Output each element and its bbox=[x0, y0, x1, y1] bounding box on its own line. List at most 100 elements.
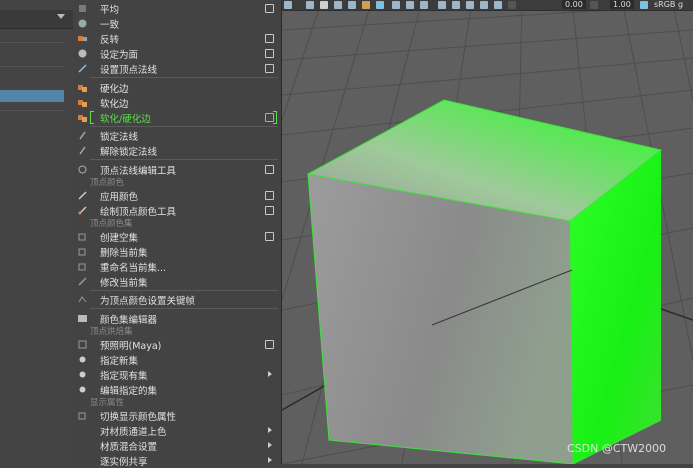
option-box-icon[interactable] bbox=[265, 206, 274, 215]
exposure-icon[interactable] bbox=[494, 1, 502, 9]
option-box-icon[interactable] bbox=[265, 340, 274, 349]
menu-item-set-vertex-normal[interactable]: 设置顶点法线 bbox=[73, 61, 281, 76]
gamma-toggle-icon[interactable] bbox=[590, 1, 598, 9]
average-normals-icon bbox=[77, 3, 88, 14]
grid-toggle-icon[interactable] bbox=[284, 1, 292, 9]
outliner-divider bbox=[0, 42, 64, 43]
menu-item-modify-current-set[interactable]: 修改当前集 bbox=[73, 274, 281, 289]
gate-icon[interactable] bbox=[466, 1, 474, 9]
submenu-arrow-icon bbox=[268, 442, 272, 448]
apply-color-icon bbox=[77, 190, 88, 201]
xray-icon[interactable] bbox=[392, 1, 400, 9]
option-box-icon[interactable] bbox=[265, 232, 274, 241]
menu-item-vertex-normal-edit-tool[interactable]: 顶点法线编辑工具 bbox=[73, 162, 281, 177]
menu-item-average[interactable]: 平均 bbox=[73, 1, 281, 16]
soften-edge-icon bbox=[77, 97, 88, 108]
option-box-icon[interactable] bbox=[265, 34, 274, 43]
3d-viewport[interactable]: 0.00 1.00 sRGB g bbox=[282, 0, 693, 464]
highlight-bracket-right bbox=[273, 111, 277, 124]
menu-separator bbox=[90, 77, 278, 78]
delete-set-icon bbox=[77, 246, 88, 257]
menu-item-create-empty-set[interactable]: 创建空集 bbox=[73, 229, 281, 244]
gamma-field[interactable]: 1.00 bbox=[610, 0, 634, 9]
section-header-vertex-bake-set: 顶点烘焙集 bbox=[90, 327, 133, 337]
harden-edge-icon bbox=[77, 82, 88, 93]
outliner-divider bbox=[0, 66, 64, 67]
menu-separator bbox=[90, 126, 278, 127]
menu-item-assign-new-set[interactable]: 指定新集 bbox=[73, 352, 281, 367]
viewport-toolbar: 0.00 1.00 sRGB g bbox=[282, 0, 693, 11]
modify-set-icon bbox=[77, 276, 88, 287]
section-header-vertex-color: 顶点颜色 bbox=[90, 178, 125, 188]
cube-front-face[interactable] bbox=[308, 174, 573, 464]
assign-new-icon bbox=[77, 354, 88, 365]
shadow-icon[interactable] bbox=[376, 1, 384, 9]
colorspace-label[interactable]: sRGB g bbox=[654, 0, 683, 9]
assign-existing-icon bbox=[77, 369, 88, 380]
menu-separator bbox=[90, 159, 278, 160]
submenu-arrow-icon bbox=[268, 427, 272, 433]
hud-icon[interactable] bbox=[480, 1, 488, 9]
menu-item-delete-current-set[interactable]: 删除当前集 bbox=[73, 244, 281, 259]
menu-item-set-to-face[interactable]: 设定为面 bbox=[73, 46, 281, 61]
editor-icon bbox=[77, 313, 88, 324]
option-box-icon[interactable] bbox=[265, 64, 274, 73]
exposure-toggle-icon[interactable] bbox=[508, 1, 516, 9]
menu-item-soften-harden-edge[interactable]: 软化/硬化边 bbox=[73, 110, 281, 125]
watermark: CSDN @CTW2000 bbox=[567, 442, 667, 455]
menu-item-lock-normals[interactable]: 锁定法线 bbox=[73, 128, 281, 143]
paint-brush-icon bbox=[77, 205, 88, 216]
toggle-display-icon bbox=[77, 410, 88, 421]
isolate-icon[interactable] bbox=[406, 1, 414, 9]
menu-item-color-set-editor[interactable]: 颜色集编辑器 bbox=[73, 311, 281, 326]
aa-icon[interactable] bbox=[420, 1, 428, 9]
menu-item-prelight[interactable]: 预照明(Maya) bbox=[73, 337, 281, 352]
section-header-vertex-color-set: 顶点颜色集 bbox=[90, 219, 133, 229]
menu-separator bbox=[90, 308, 278, 309]
option-box-icon[interactable] bbox=[265, 165, 274, 174]
normals-menu: 平均 一致 反转 设定为面 设置顶点法线 硬化边 软化边 软化/硬化边 锁定法线… bbox=[73, 0, 282, 468]
submenu-arrow-icon bbox=[268, 371, 272, 377]
menu-item-rename-current-set[interactable]: 重命名当前集... bbox=[73, 259, 281, 274]
camera-icon[interactable] bbox=[306, 1, 314, 9]
chevron-down-icon bbox=[57, 14, 65, 19]
menu-item-apply-color[interactable]: 应用颜色 bbox=[73, 188, 281, 203]
conform-icon bbox=[77, 18, 88, 29]
menu-item-conform[interactable]: 一致 bbox=[73, 16, 281, 31]
wireframe-icon[interactable] bbox=[320, 1, 328, 9]
menu-item-assign-existing-set[interactable]: 指定现有集 bbox=[73, 367, 281, 382]
edit-set-icon bbox=[77, 384, 88, 395]
exposure-field[interactable]: 0.00 bbox=[562, 0, 586, 9]
menu-item-harden-edge[interactable]: 硬化边 bbox=[73, 80, 281, 95]
menu-item-paint-vertex-color-tool[interactable]: 绘制顶点颜色工具 bbox=[73, 203, 281, 218]
menu-item-color-material-channel[interactable]: 对材质通道上色 bbox=[73, 423, 281, 438]
menu-item-material-blend-setting[interactable]: 材质混合设置 bbox=[73, 438, 281, 453]
lighting-icon[interactable] bbox=[362, 1, 370, 9]
filter-icon[interactable] bbox=[438, 1, 446, 9]
menu-item-unlock-normals[interactable]: 解除锁定法线 bbox=[73, 143, 281, 158]
normal-edit-tool-icon bbox=[77, 164, 88, 175]
viewport-scene bbox=[282, 0, 693, 464]
cursor-icon[interactable] bbox=[452, 1, 460, 9]
menu-item-reverse[interactable]: 反转 bbox=[73, 31, 281, 46]
vertex-normal-icon bbox=[77, 63, 88, 74]
outliner-dropdown[interactable] bbox=[0, 10, 73, 29]
menu-item-per-instance-sharing[interactable]: 逐实例共享 bbox=[73, 453, 281, 468]
menu-separator bbox=[90, 290, 278, 291]
menu-item-toggle-display-color[interactable]: 切换显示颜色属性 bbox=[73, 408, 281, 423]
option-box-icon[interactable] bbox=[265, 4, 274, 13]
highlight-bracket-left bbox=[90, 111, 94, 124]
outliner-panel bbox=[0, 0, 73, 464]
option-box-icon[interactable] bbox=[265, 49, 274, 58]
texture-icon[interactable] bbox=[348, 1, 356, 9]
outliner-selected-row[interactable] bbox=[0, 90, 64, 102]
menu-item-key-vertex-color[interactable]: 为顶点颜色设置关键帧 bbox=[73, 292, 281, 307]
submenu-arrow-icon bbox=[268, 457, 272, 463]
smooth-shade-icon[interactable] bbox=[334, 1, 342, 9]
option-box-icon[interactable] bbox=[265, 191, 274, 200]
color-management-icon[interactable] bbox=[640, 1, 648, 9]
menu-item-soften-edge[interactable]: 软化边 bbox=[73, 95, 281, 110]
lock-normals-icon bbox=[77, 130, 88, 141]
menu-item-edit-assigned-set[interactable]: 编辑指定的集 bbox=[73, 382, 281, 397]
reverse-normals-icon bbox=[77, 33, 88, 44]
